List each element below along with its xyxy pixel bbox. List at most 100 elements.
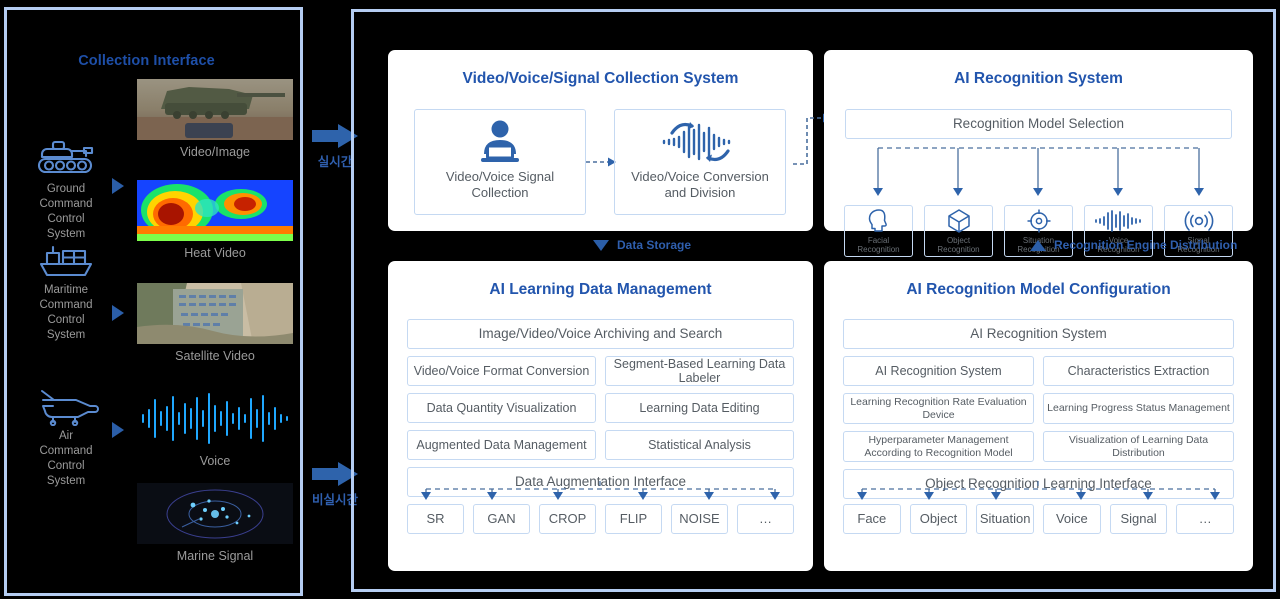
source-label: Ground Command Control System: [39, 183, 93, 240]
play-arrow-icon-3: [112, 422, 124, 438]
leaf-noise[interactable]: NOISE: [671, 504, 728, 534]
card-video-voice-signal-collection[interactable]: Video/Voice Signal Collection: [414, 109, 586, 215]
source-label: Maritime Command Control System: [39, 284, 93, 341]
card-label: Video/Voice Conversion and Division: [631, 169, 769, 200]
engine-label: Object Recognition: [937, 235, 980, 255]
engine-facial-recognition[interactable]: Facial Recognition: [844, 205, 913, 257]
thumbnail-heat-video[interactable]: Heat Video: [137, 180, 293, 260]
radar-photo: [137, 483, 293, 544]
leaf-flip[interactable]: FLIP: [605, 504, 662, 534]
modelcfg-cell[interactable]: Characteristics Extraction: [1043, 356, 1234, 386]
panel-ai-recognition-model-configuration: AI Recognition Model Configuration AI Re…: [824, 261, 1253, 571]
learning-header-row[interactable]: Image/Video/Voice Archiving and Search: [407, 319, 794, 349]
modelcfg-cell[interactable]: Visualization of Learning Data Distribut…: [1043, 431, 1234, 462]
source-maritime-command[interactable]: Maritime Command Control System: [25, 234, 107, 343]
waveform-icon: [1093, 208, 1145, 234]
waveform-loop-icon: [654, 121, 746, 163]
learning-cell[interactable]: Segment-Based Learning Data Labeler: [605, 356, 794, 386]
leaf-more[interactable]: …: [1176, 504, 1235, 534]
modelcfg-leaf-row: Face Object Situation Voice Signal …: [843, 504, 1235, 534]
thumbnail-caption: Voice: [199, 454, 231, 468]
card-video-voice-conversion[interactable]: Video/Voice Conversion and Division: [614, 109, 786, 215]
recognition-model-selection-box[interactable]: Recognition Model Selection: [845, 109, 1232, 139]
card-label: Video/Voice Signal Collection: [445, 169, 555, 200]
leaf-face[interactable]: Face: [843, 504, 901, 534]
learning-cell[interactable]: Learning Data Editing: [605, 393, 794, 423]
engine-label: Facial Recognition: [857, 235, 900, 255]
learning-leaf-row: SR GAN CROP FLIP NOISE …: [407, 504, 794, 534]
panel-title: AI Learning Data Management: [489, 281, 712, 298]
engine-object-recognition[interactable]: Object Recognition: [924, 205, 993, 257]
source-label: Air Command Control System: [39, 430, 93, 487]
thumbnail-video-image[interactable]: Video/Image: [137, 79, 293, 159]
leaf-gan[interactable]: GAN: [473, 504, 530, 534]
distribution-dashed-lines: [873, 147, 1204, 196]
thumbnail-caption: Marine Signal: [176, 549, 254, 563]
ship-icon: [39, 245, 93, 277]
modelcfg-row-2: Learning Recognition Rate Evaluation Dev…: [843, 393, 1234, 424]
target-icon: [1026, 208, 1052, 234]
modelcfg-distribution-lines: [857, 481, 1220, 500]
cube-icon: [946, 208, 972, 234]
thumbnail-marine-signal[interactable]: Marine Signal: [137, 483, 293, 563]
frame-top-gap: [583, 0, 723, 6]
thumbnail-caption: Video/Image: [180, 145, 250, 159]
learning-cell[interactable]: Data Quantity Visualization: [407, 393, 596, 423]
leaf-more[interactable]: …: [737, 504, 794, 534]
modelcfg-cell[interactable]: Learning Recognition Rate Evaluation Dev…: [843, 393, 1034, 424]
modelcfg-stack: AI Recognition System AI Recognition Sys…: [843, 319, 1234, 506]
play-arrow-icon-1: [112, 178, 124, 194]
signal-waves-icon: [1182, 208, 1216, 234]
band-label-text: Recognition Engine Distribution: [1054, 238, 1238, 252]
source-air-command[interactable]: Air Command Control System: [25, 382, 107, 489]
leaf-situation[interactable]: Situation: [976, 504, 1035, 534]
thumbnail-caption: Heat Video: [184, 246, 246, 260]
panel-ai-recognition-system: AI Recognition System Recognition Model …: [824, 50, 1253, 257]
person-laptop-icon: [473, 120, 527, 163]
source-ground-command[interactable]: Ground Command Control System: [25, 133, 107, 242]
leaf-object[interactable]: Object: [909, 504, 968, 534]
leaf-crop[interactable]: CROP: [539, 504, 596, 534]
panel-title: AI Recognition Model Configuration: [906, 281, 1171, 298]
learning-row-2: Data Quantity Visualization Learning Dat…: [407, 393, 794, 423]
learning-distribution-lines: [421, 481, 780, 500]
leaf-voice[interactable]: Voice: [1043, 504, 1101, 534]
band-label-text: Data Storage: [617, 238, 692, 252]
tank-icon: [37, 140, 94, 174]
band-engine-distribution: Recognition Engine Distribution: [1030, 238, 1237, 252]
leaf-sr[interactable]: SR: [407, 504, 464, 534]
diagram-root: Collection Interface Ground Command Cont…: [0, 0, 1280, 599]
learning-stack: Image/Video/Voice Archiving and Search V…: [407, 319, 794, 504]
modelcfg-cell[interactable]: AI Recognition System: [843, 356, 1034, 386]
learning-cell[interactable]: Augmented Data Management: [407, 430, 596, 460]
satellite-photo: [137, 283, 293, 344]
thumbnail-voice[interactable]: Voice: [137, 388, 293, 468]
panel-title: Video/Voice/Signal Collection System: [462, 70, 739, 87]
modelcfg-cell[interactable]: Learning Progress Status Management: [1043, 393, 1234, 424]
airplane-icon: [41, 390, 99, 426]
waveform-photo: [137, 388, 293, 449]
triangle-down-icon: [593, 239, 609, 251]
modelcfg-cell[interactable]: Hyperparameter Management According to R…: [843, 431, 1034, 462]
learning-cell[interactable]: Video/Voice Format Conversion: [407, 356, 596, 386]
learning-cell[interactable]: Statistical Analysis: [605, 430, 794, 460]
modelcfg-header-row[interactable]: AI Recognition System: [843, 319, 1234, 349]
head-profile-icon: [866, 208, 892, 234]
panel-collection-system: Video/Voice/Signal Collection System Vid…: [388, 50, 813, 231]
thumbnail-satellite-video[interactable]: Satellite Video: [137, 283, 293, 363]
learning-row-1: Video/Voice Format Conversion Segment-Ba…: [407, 356, 794, 386]
modelcfg-row-3: Hyperparameter Management According to R…: [843, 431, 1234, 462]
modelcfg-row-1: AI Recognition System Characteristics Ex…: [843, 356, 1234, 386]
learning-row-3: Augmented Data Management Statistical An…: [407, 430, 794, 460]
thumbnail-caption: Satellite Video: [175, 349, 255, 363]
panel-ai-learning-data-management: AI Learning Data Management Image/Video/…: [388, 261, 813, 571]
collection-interface-panel: Collection Interface Ground Command Cont…: [4, 7, 303, 596]
band-data-storage: Data Storage: [593, 238, 691, 252]
play-arrow-icon-2: [112, 305, 124, 321]
leaf-signal[interactable]: Signal: [1109, 504, 1168, 534]
panel-title: AI Recognition System: [954, 70, 1123, 87]
collection-interface-title: Collection Interface: [78, 53, 215, 69]
tank-photo: [137, 79, 293, 140]
thermal-photo: [137, 180, 293, 241]
triangle-up-icon: [1030, 239, 1046, 251]
